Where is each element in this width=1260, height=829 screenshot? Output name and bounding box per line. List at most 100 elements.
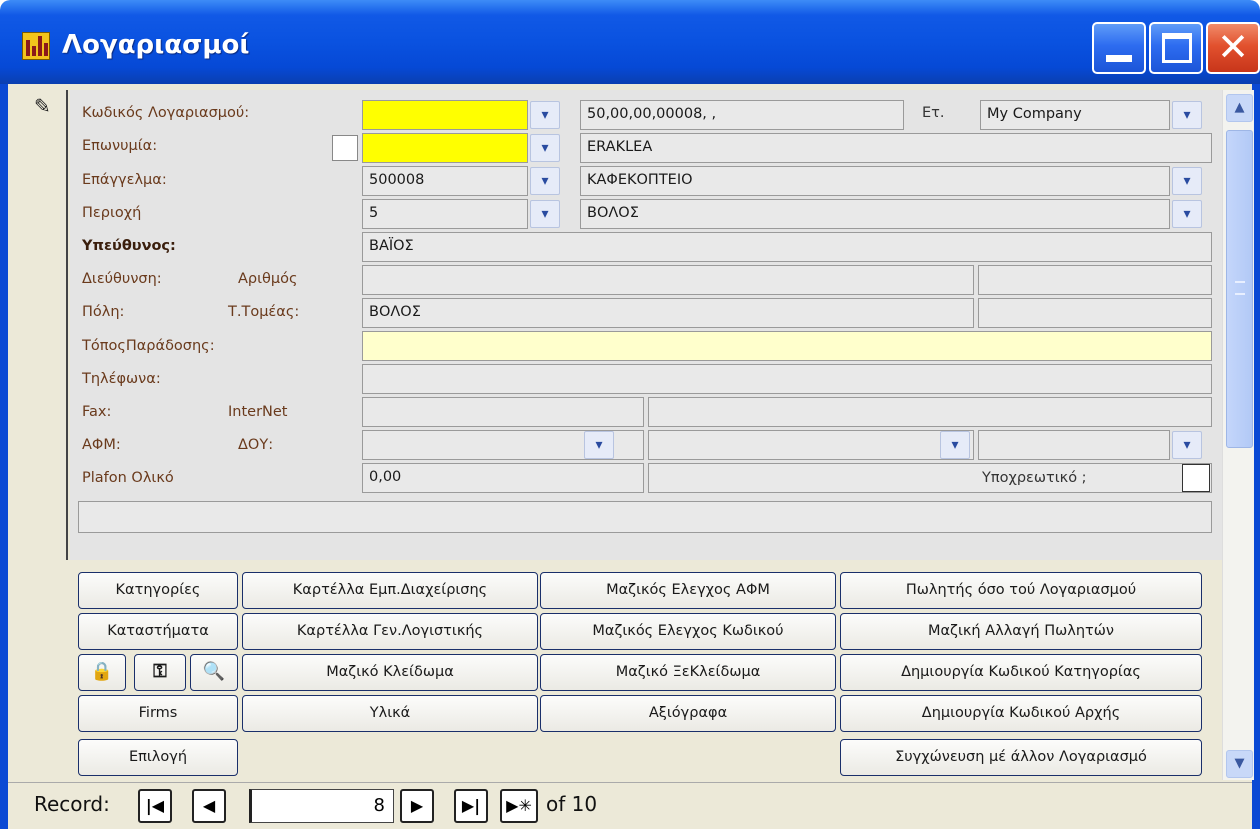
minimize-button[interactable] [1092, 22, 1146, 74]
record-selector[interactable]: ✎ [20, 90, 68, 560]
mandatory-checkbox[interactable] [1182, 464, 1210, 492]
stores-button[interactable]: Καταστήματα [78, 613, 238, 650]
create-start-code-button[interactable]: Δημιουργία Κωδικού Αρχής [840, 695, 1202, 732]
last-record-button[interactable]: ▶| [454, 789, 488, 823]
record-number-input[interactable]: 8 [249, 789, 394, 823]
pencil-edit-icon: ✎ [34, 94, 51, 118]
chevron-down-icon: ▾ [541, 140, 549, 156]
profession-code-input[interactable]: 500008 [362, 166, 528, 196]
address-number-label: Αριθμός [238, 271, 298, 287]
window-border-left [0, 84, 8, 829]
account-code-input[interactable] [362, 100, 528, 130]
delivery-place-input[interactable] [362, 331, 1212, 361]
address-label: Διεύθυνση: [82, 271, 162, 287]
vertical-scrollbar[interactable]: ▲ ▼ [1222, 90, 1254, 780]
tax-office-label: ΔΟΥ: [238, 437, 274, 453]
key-button[interactable]: ⚿ [134, 654, 186, 691]
materials-button[interactable]: Υλικά [242, 695, 538, 732]
name-dropdown[interactable]: ▾ [530, 134, 560, 162]
company-label: Ετ. [922, 105, 945, 121]
mandatory-label: Υποχρεωτικό ; [982, 470, 1087, 486]
area-name-dropdown[interactable]: ▾ [1172, 200, 1202, 228]
account-code-display: 50,00,00,00008, , [580, 100, 904, 130]
chevron-down-icon: ▾ [1183, 173, 1191, 189]
area-code-input[interactable]: 5 [362, 199, 528, 229]
scroll-down-button[interactable]: ▼ [1226, 750, 1253, 778]
chevron-down-icon: ▾ [1183, 437, 1191, 453]
app-chart-icon [22, 32, 50, 60]
account-code-dropdown[interactable]: ▾ [530, 101, 560, 129]
next-record-button[interactable]: ▶ [400, 789, 434, 823]
chevron-down-icon: ▾ [1183, 206, 1191, 222]
area-code-dropdown[interactable]: ▾ [530, 200, 560, 228]
profession-label: Επάγγελμα: [82, 172, 167, 188]
firms-button[interactable]: Firms [78, 695, 238, 732]
seller-as-account-button[interactable]: Πωλητής όσο τού Λογαριασμού [840, 572, 1202, 609]
mass-lock-button[interactable]: Μαζικό Κλείδωμα [242, 654, 538, 691]
chevron-down-icon: ▾ [541, 206, 549, 222]
vat-extra-select[interactable] [978, 430, 1170, 460]
mass-code-check-button[interactable]: Μαζικός Ελεγχος Κωδικού [540, 613, 836, 650]
mass-seller-change-button[interactable]: Μαζική Αλλαγή Πωλητών [840, 613, 1202, 650]
detail-section: Κωδικός Λογαριασμού: ▾ 50,00,00,00008, ,… [70, 90, 1222, 560]
address-input[interactable] [362, 265, 974, 295]
name-input[interactable] [362, 133, 528, 163]
first-record-button[interactable]: |◀ [138, 789, 172, 823]
vat-dropdown[interactable]: ▾ [584, 431, 614, 459]
find-document-button[interactable]: 🔍 [190, 654, 238, 691]
close-icon: ✕ [1217, 25, 1249, 69]
notes-input[interactable] [78, 501, 1212, 533]
plafond-input[interactable]: 0,00 [362, 463, 644, 493]
previous-record-button[interactable]: ◀ [192, 789, 226, 823]
minimize-icon [1106, 55, 1132, 62]
chevron-down-icon: ▾ [541, 107, 549, 123]
chevron-up-icon: ▲ [1234, 100, 1245, 115]
vat-label: ΑΦΜ: [82, 437, 121, 453]
profession-name-dropdown[interactable]: ▾ [1172, 167, 1202, 195]
last-record-icon: ▶| [461, 796, 481, 815]
tax-office-dropdown[interactable]: ▾ [940, 431, 970, 459]
area-name-select[interactable]: ΒΟΛΟΣ [580, 199, 1170, 229]
accounts-window: Λογαριασμοί ✕ ✎ Κωδικός Λογαριασμού: ▾ 5… [0, 0, 1260, 829]
categories-button[interactable]: Κατηγορίες [78, 572, 238, 609]
lock-button[interactable]: 🔒 [78, 654, 126, 691]
responsible-input[interactable]: ΒΑΪΟΣ [362, 232, 1212, 262]
name-checkbox[interactable] [332, 135, 358, 161]
lock-icon: 🔒 [90, 661, 114, 682]
delivery-place-label: ΤόποςΠαράδοσης: [82, 338, 215, 354]
general-card-button[interactable]: Καρτέλλα Γεν.Λογιστικής [242, 613, 538, 650]
phones-input[interactable] [362, 364, 1212, 394]
address-number-input[interactable] [978, 265, 1212, 295]
fax-input[interactable] [362, 397, 644, 427]
company-select[interactable]: My Company [980, 100, 1170, 130]
title-bar[interactable]: Λογαριασμοί ✕ [0, 0, 1260, 84]
find-document-icon: 🔍 [202, 661, 226, 682]
new-record-button[interactable]: ▶✳ [500, 789, 538, 823]
create-category-code-button[interactable]: Δημιουργία Κωδικού Κατηγορίας [840, 654, 1202, 691]
scroll-thumb[interactable] [1226, 130, 1253, 448]
internet-input[interactable] [648, 397, 1212, 427]
merge-account-button[interactable]: Συγχώνευση μέ άλλον Λογαριασμό [840, 739, 1202, 776]
profession-name-select[interactable]: ΚΑΦΕΚΟΠΤΕΙΟ [580, 166, 1170, 196]
postcode-input[interactable] [978, 298, 1212, 328]
commercial-card-button[interactable]: Καρτέλλα Εμπ.Διαχείρισης [242, 572, 538, 609]
mass-vat-check-button[interactable]: Μαζικός Ελεγχος ΑΦΜ [540, 572, 836, 609]
maximize-button[interactable] [1149, 22, 1203, 74]
company-dropdown[interactable]: ▾ [1172, 101, 1202, 129]
account-code-label: Κωδικός Λογαριασμού: [82, 105, 250, 121]
plafond-extra [648, 463, 1212, 493]
scroll-up-button[interactable]: ▲ [1226, 94, 1253, 122]
area-label: Περιοχή [82, 205, 142, 221]
next-record-icon: ▶ [410, 796, 424, 815]
internet-label: InterNet [228, 404, 288, 420]
profession-code-dropdown[interactable]: ▾ [530, 167, 560, 195]
close-button[interactable]: ✕ [1206, 22, 1260, 74]
select-button[interactable]: Επιλογή [78, 739, 238, 776]
securities-button[interactable]: Αξιόγραφα [540, 695, 836, 732]
tax-office-select[interactable] [648, 430, 974, 460]
previous-record-icon: ◀ [202, 796, 216, 815]
record-label: Record: [34, 792, 110, 816]
mass-unlock-button[interactable]: Μαζικό ΞεΚλείδωμα [540, 654, 836, 691]
city-input[interactable]: ΒΟΛΟΣ [362, 298, 974, 328]
vat-extra-dropdown[interactable]: ▾ [1172, 431, 1202, 459]
